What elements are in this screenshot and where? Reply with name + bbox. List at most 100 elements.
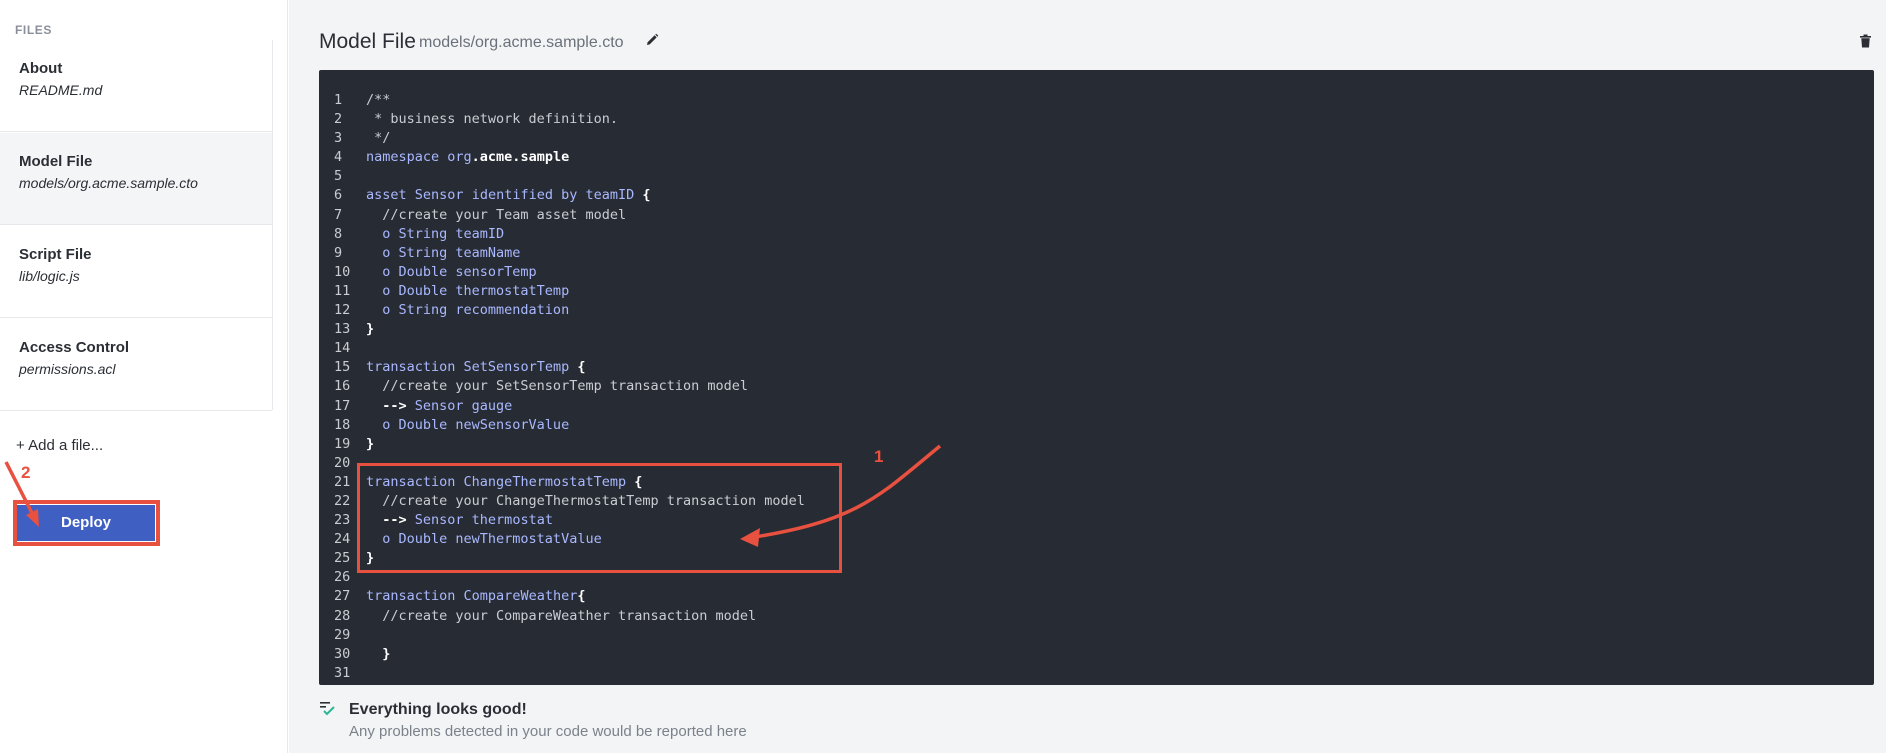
code-lines: 1/** 2 * business network definition. 3 */… xyxy=(319,91,1874,683)
code-line: 31 xyxy=(319,664,1874,683)
code-token: Sensor xyxy=(414,187,472,204)
code-text: asset Sensor identified by teamID { xyxy=(366,186,651,205)
code-line: 28 //create your CompareWeather transact… xyxy=(319,607,1874,626)
code-text: o Double sensorTemp xyxy=(366,263,537,282)
line-number: 11 xyxy=(334,282,351,299)
code-line: 3 */ xyxy=(319,129,1874,148)
line-number: 4 xyxy=(334,149,343,166)
files-header: FILES xyxy=(15,23,53,37)
line-number: 17 xyxy=(334,397,351,414)
code-token: identified by xyxy=(471,187,586,204)
code-text: } xyxy=(366,320,374,339)
code-text: */ xyxy=(366,129,390,148)
file-path: README.md xyxy=(19,82,103,98)
code-token: teamID xyxy=(585,187,643,204)
code-token: asset xyxy=(366,187,415,204)
line-number: 6 xyxy=(334,187,343,204)
code-line: 29 xyxy=(319,626,1874,645)
sidebar: FILES About README.md Model File models/… xyxy=(0,0,288,753)
code-text: * business network definition. xyxy=(366,110,618,129)
page-title: Model File xyxy=(319,30,416,53)
code-line: 7 //create your Team asset model xyxy=(319,206,1874,225)
code-token: */ xyxy=(366,130,391,147)
code-text: } xyxy=(366,435,374,454)
code-token: } xyxy=(366,645,391,662)
pencil-icon[interactable] xyxy=(645,33,659,47)
code-text: transaction CompareWeather{ xyxy=(366,587,585,606)
line-number: 7 xyxy=(334,206,343,223)
file-title: About xyxy=(19,60,63,77)
trash-icon[interactable] xyxy=(1859,34,1872,48)
line-number: 14 xyxy=(334,340,351,357)
code-line: 10 o Double sensorTemp xyxy=(319,263,1874,282)
line-number: 31 xyxy=(334,664,351,681)
code-token: } xyxy=(366,321,375,338)
code-text: } xyxy=(366,645,390,664)
code-line: 18 o Double newSensorValue xyxy=(319,416,1874,435)
line-number: 28 xyxy=(334,607,351,624)
code-token: } xyxy=(366,435,375,452)
line-number: 19 xyxy=(334,435,351,452)
sidebar-scrollbar[interactable] xyxy=(272,40,273,410)
code-text: o Double thermostatTemp xyxy=(366,282,569,301)
code-line: 16 //create your SetSensorTemp transacti… xyxy=(319,377,1874,396)
line-number: 8 xyxy=(334,225,343,242)
code-text: o Double newSensorValue xyxy=(366,416,569,435)
annotation-box-code xyxy=(357,463,842,573)
file-title: Access Control xyxy=(19,339,130,356)
line-number: 10 xyxy=(334,263,351,280)
code-line: 6 asset Sensor identified by teamID { xyxy=(319,186,1874,205)
code-token: { xyxy=(577,359,586,376)
code-token: transaction xyxy=(366,359,464,376)
line-number: 5 xyxy=(334,168,343,185)
code-token: o Double sensorTemp xyxy=(366,263,537,280)
code-token: /** xyxy=(366,92,391,108)
code-token: { xyxy=(642,187,651,204)
file-path: models/org.acme.sample.cto xyxy=(19,175,198,191)
file-path: permissions.acl xyxy=(19,361,116,377)
add-file-link[interactable]: + Add a file... xyxy=(16,437,103,454)
code-text: /** xyxy=(366,91,390,110)
code-text: o String teamName xyxy=(366,244,520,263)
code-line: 12 o String recommendation xyxy=(319,301,1874,320)
code-line: 5 xyxy=(319,167,1874,186)
line-number: 13 xyxy=(334,321,351,338)
code-token: o String teamID xyxy=(366,225,505,242)
code-editor[interactable]: 1/** 2 * business network definition. 3 */… xyxy=(319,70,1874,685)
code-line: 27 transaction CompareWeather{ xyxy=(319,587,1874,606)
code-line: 17 --> Sensor gauge xyxy=(319,397,1874,416)
code-text: //create your Team asset model xyxy=(366,206,626,225)
code-token: org xyxy=(447,149,472,166)
code-line: 30 } xyxy=(319,645,1874,664)
line-number: 15 xyxy=(334,359,351,376)
line-number: 12 xyxy=(334,302,351,319)
code-text: o String recommendation xyxy=(366,301,569,320)
file-path: lib/logic.js xyxy=(19,268,80,284)
code-token: transaction xyxy=(366,588,464,605)
code-text: namespace org.acme.sample xyxy=(366,148,569,167)
code-line: 11 o Double thermostatTemp xyxy=(319,282,1874,301)
code-token: .acme.sample xyxy=(471,149,570,166)
check-list-icon xyxy=(320,702,335,716)
code-token: o Double thermostatTemp xyxy=(366,282,570,299)
status-description: Any problems detected in your code would… xyxy=(349,723,747,740)
sidebar-item-about[interactable]: About README.md xyxy=(0,40,272,132)
annotation-box-deploy xyxy=(13,500,160,546)
code-token: namespace xyxy=(366,149,448,166)
main-panel: Model File models/org.acme.sample.cto 1 /… xyxy=(289,0,1886,753)
line-number: 30 xyxy=(334,645,351,662)
sidebar-item-access-control[interactable]: Access Control permissions.acl xyxy=(0,319,272,411)
code-token: --> xyxy=(366,397,415,414)
file-title: Model File xyxy=(19,153,93,170)
code-text: o String teamID xyxy=(366,225,504,244)
sidebar-item-script-file[interactable]: Script File lib/logic.js xyxy=(0,226,272,318)
code-token: o Double newSensorValue xyxy=(366,416,570,433)
sidebar-item-model-file[interactable]: Model File models/org.acme.sample.cto xyxy=(0,133,272,225)
code-line: 13} xyxy=(319,320,1874,339)
code-line: 9 o String teamName xyxy=(319,244,1874,263)
code-line: 8 o String teamID xyxy=(319,225,1874,244)
file-title: Script File xyxy=(19,246,92,263)
line-number: 1 xyxy=(334,92,343,108)
line-number: 9 xyxy=(334,244,343,261)
code-token: //create your CompareWeather transaction… xyxy=(366,607,757,624)
